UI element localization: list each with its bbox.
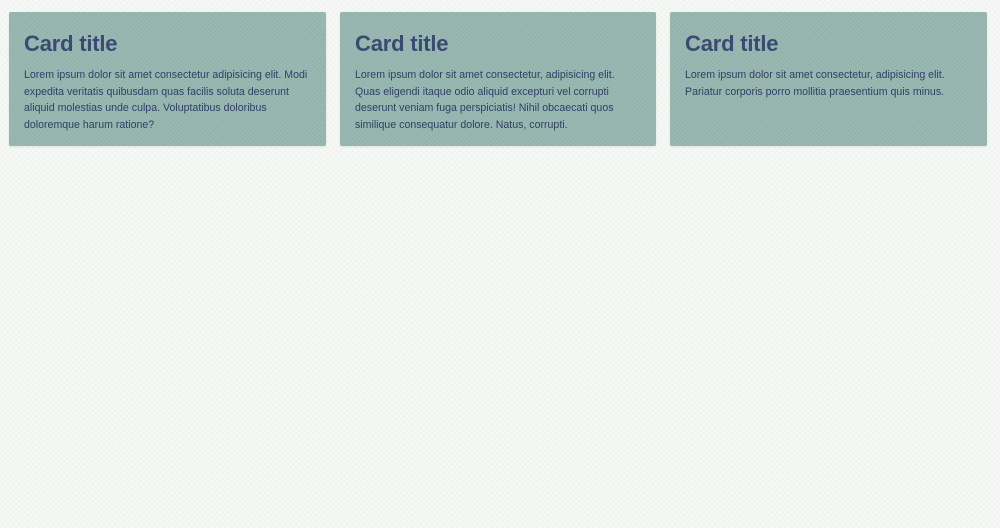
- card-body-text: Lorem ipsum dolor sit amet consectetur, …: [685, 69, 945, 98]
- card-2: Card title Lorem ipsum dolor sit amet co…: [340, 12, 656, 146]
- card-title: Card title: [685, 31, 779, 56]
- card-title: Card title: [24, 31, 118, 56]
- card-1: Card title Lorem ipsum dolor sit amet co…: [9, 12, 326, 146]
- card-body-text: Lorem ipsum dolor sit amet consectetur, …: [355, 69, 615, 131]
- card-3: Card title Lorem ipsum dolor sit amet co…: [670, 12, 987, 146]
- card-grid: Card title Lorem ipsum dolor sit amet co…: [9, 12, 987, 146]
- card-title: Card title: [355, 31, 449, 56]
- card-body-text: Lorem ipsum dolor sit amet consectetur a…: [24, 69, 308, 131]
